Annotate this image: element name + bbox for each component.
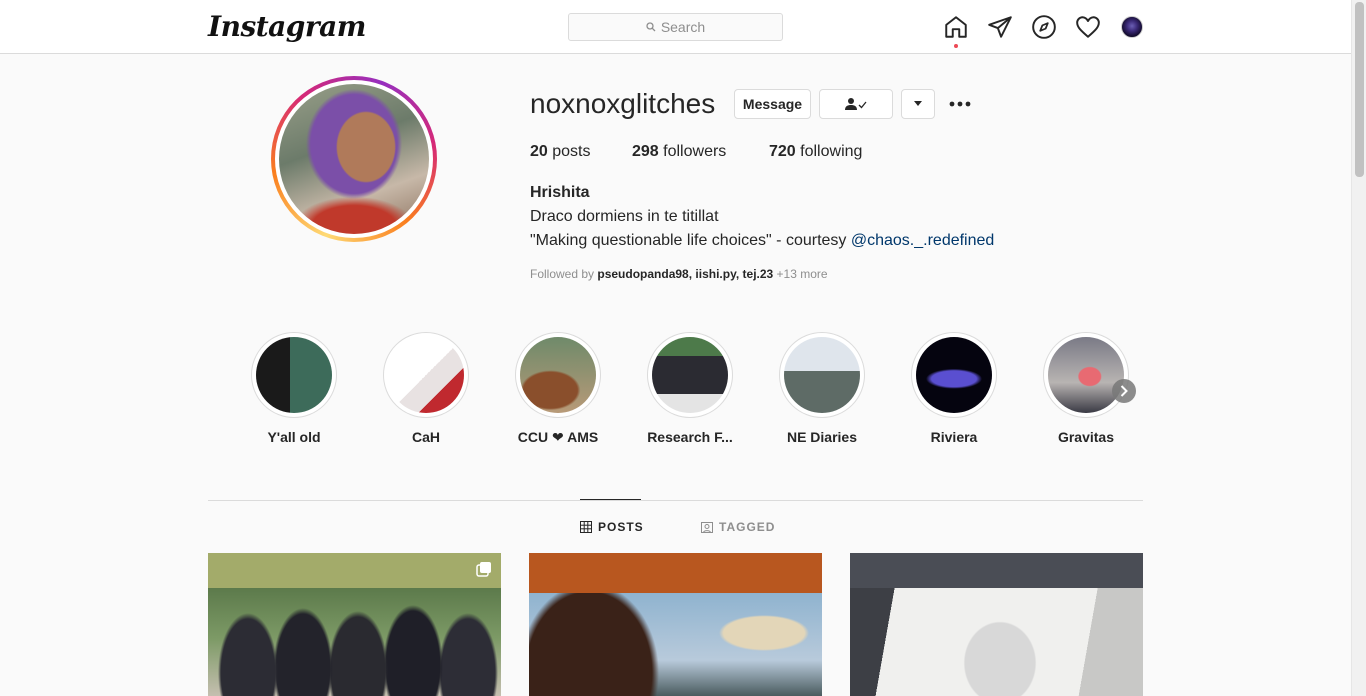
following-stat[interactable]: 720 following	[769, 143, 862, 161]
profile-username: noxnoxglitches	[530, 88, 716, 119]
bio-line-2: "Making questionable life choices" - cou…	[530, 232, 994, 250]
chevron-right-icon	[1120, 385, 1128, 397]
followers-count: 298	[632, 143, 659, 160]
followed-by-prefix: Followed by	[530, 267, 595, 281]
followed-by-users[interactable]: pseudopanda98, iishi.py, tej.23	[597, 267, 773, 281]
tab-tagged-label: TAGGED	[719, 520, 776, 534]
active-tab-indicator	[580, 499, 641, 500]
message-button[interactable]: Message	[734, 89, 811, 119]
suggestions-dropdown-button[interactable]	[901, 89, 935, 119]
highlight-label: Y'all old	[267, 429, 321, 445]
instagram-logo[interactable]: Instagram	[208, 10, 366, 43]
scrollbar-thumb[interactable]	[1355, 2, 1364, 177]
highlight-item[interactable]: Research F...	[647, 332, 733, 445]
profile-photo	[279, 84, 429, 234]
highlight-cover	[784, 337, 860, 413]
highlight-cover	[388, 337, 464, 413]
tab-posts-label: POSTS	[598, 520, 644, 534]
highlight-label: Gravitas	[1057, 429, 1115, 445]
bio-mention-link[interactable]: @chaos._.redefined	[851, 232, 994, 249]
user-check-icon	[845, 98, 867, 110]
page-scrollbar[interactable]	[1351, 0, 1366, 696]
top-navigation-bar: Instagram Search	[0, 0, 1351, 54]
highlight-item[interactable]: Gravitas	[1043, 332, 1129, 445]
highlight-label: Riviera	[930, 429, 978, 445]
following-count: 720	[769, 143, 796, 160]
highlight-item[interactable]: Riviera	[911, 332, 997, 445]
search-icon	[646, 22, 656, 32]
posts-label: posts	[552, 143, 591, 160]
chevron-down-icon	[914, 101, 922, 106]
direct-message-icon[interactable]	[987, 14, 1013, 40]
highlight-cover	[652, 337, 728, 413]
tab-tagged[interactable]: TAGGED	[701, 520, 775, 534]
bio-line-1: Draco dormiens in te titillat	[530, 208, 719, 225]
highlight-cover	[916, 337, 992, 413]
tabs-divider	[208, 500, 1143, 501]
profile-avatar[interactable]	[1121, 16, 1143, 38]
followed-by[interactable]: Followed by pseudopanda98, iishi.py, tej…	[530, 267, 828, 281]
posts-stat: 20 posts	[530, 143, 591, 161]
highlight-item[interactable]: CaH	[383, 332, 469, 445]
highlight-cover	[256, 337, 332, 413]
notification-dot	[954, 44, 958, 48]
following-label: following	[800, 143, 863, 160]
followers-label: followers	[663, 143, 727, 160]
highlight-cover	[520, 337, 596, 413]
profile-picture[interactable]	[271, 76, 437, 242]
post-thumbnail[interactable]	[529, 553, 822, 696]
carousel-icon	[476, 562, 491, 577]
home-icon[interactable]	[943, 14, 969, 40]
highlight-item[interactable]: NE Diaries	[779, 332, 865, 445]
highlight-label: Research F...	[647, 429, 733, 445]
highlight-item[interactable]: Y'all old	[251, 332, 337, 445]
heart-icon[interactable]	[1075, 14, 1101, 40]
highlight-cover	[1048, 337, 1124, 413]
tagged-icon	[701, 522, 713, 533]
post-thumbnail[interactable]	[850, 553, 1143, 696]
search-input[interactable]: Search	[568, 13, 783, 41]
highlights-next-button[interactable]	[1112, 379, 1136, 403]
profile-full-name: Hrishita	[530, 184, 590, 201]
highlight-item[interactable]: CCU ❤ AMS	[515, 332, 601, 445]
search-placeholder: Search	[660, 19, 706, 35]
followers-stat[interactable]: 298 followers	[632, 143, 726, 161]
posts-count: 20	[530, 143, 548, 160]
bio-line-2-text: "Making questionable life choices" - cou…	[530, 232, 847, 249]
grid-icon	[580, 521, 592, 533]
explore-icon[interactable]	[1031, 14, 1057, 40]
post-thumbnail[interactable]	[208, 553, 501, 696]
highlight-label: CaH	[411, 429, 440, 445]
following-button[interactable]	[819, 89, 893, 119]
more-options-icon[interactable]	[948, 98, 972, 110]
highlight-label: CCU ❤ AMS	[517, 429, 599, 445]
followed-by-more[interactable]: +13 more	[777, 267, 828, 281]
tab-posts[interactable]: POSTS	[580, 520, 644, 534]
highlight-label: NE Diaries	[786, 429, 858, 445]
